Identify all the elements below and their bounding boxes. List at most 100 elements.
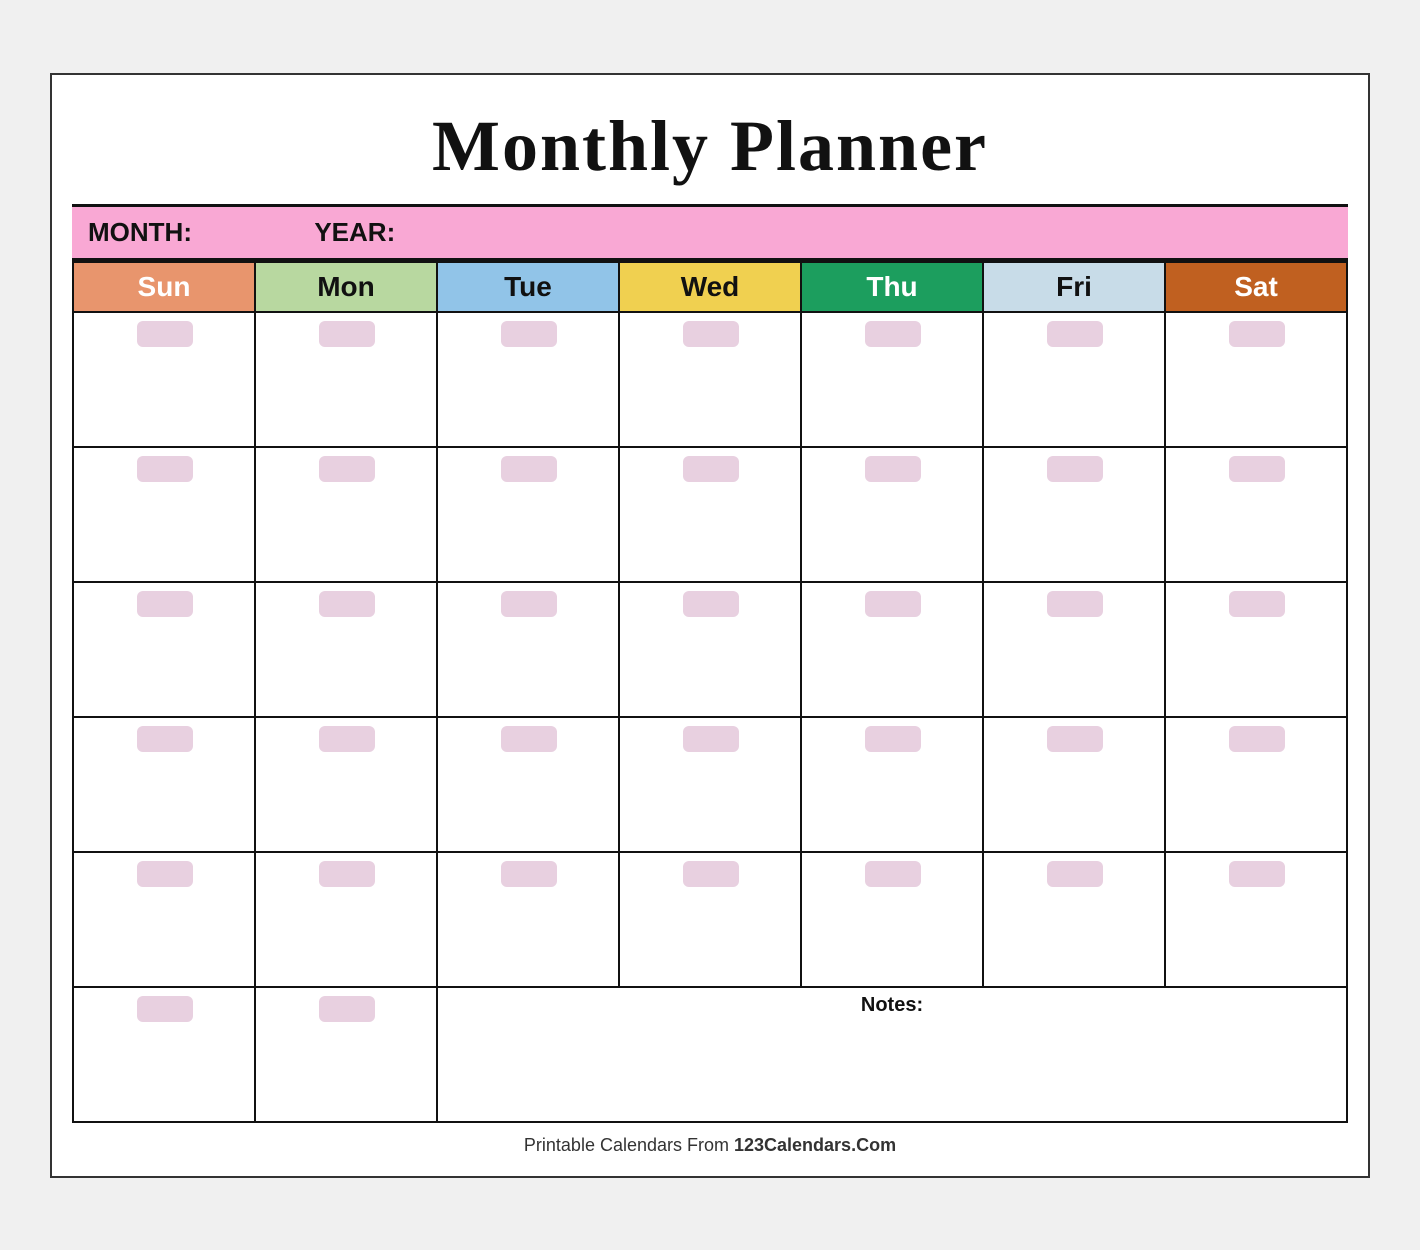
cell-r1-wed[interactable] bbox=[619, 312, 801, 447]
header-row: Sun Mon Tue Wed Thu Fri Sat bbox=[73, 262, 1347, 312]
day-number bbox=[1229, 726, 1285, 752]
page-title: Monthly Planner bbox=[72, 95, 1348, 207]
cell-r2-mon[interactable] bbox=[255, 447, 437, 582]
cell-r2-thu[interactable] bbox=[801, 447, 983, 582]
day-number bbox=[683, 861, 739, 887]
year-label: YEAR: bbox=[314, 217, 395, 247]
day-number bbox=[683, 591, 739, 617]
cell-r3-sat[interactable] bbox=[1165, 582, 1347, 717]
day-number bbox=[683, 726, 739, 752]
day-number bbox=[501, 321, 557, 347]
cell-r2-fri[interactable] bbox=[983, 447, 1165, 582]
cell-r4-sat[interactable] bbox=[1165, 717, 1347, 852]
day-number bbox=[137, 456, 193, 482]
cell-r2-sat[interactable] bbox=[1165, 447, 1347, 582]
cell-r1-mon[interactable] bbox=[255, 312, 437, 447]
day-number bbox=[865, 726, 921, 752]
cell-r6-sun[interactable] bbox=[73, 987, 255, 1122]
day-number bbox=[319, 996, 375, 1022]
day-number bbox=[319, 591, 375, 617]
day-number bbox=[501, 591, 557, 617]
header-sun: Sun bbox=[73, 262, 255, 312]
table-row bbox=[73, 852, 1347, 987]
day-number bbox=[865, 321, 921, 347]
month-year-bar: MONTH: YEAR: bbox=[72, 207, 1348, 261]
day-number bbox=[319, 726, 375, 752]
cell-r1-tue[interactable] bbox=[437, 312, 619, 447]
header-sat: Sat bbox=[1165, 262, 1347, 312]
day-number bbox=[1047, 726, 1103, 752]
day-number bbox=[865, 861, 921, 887]
notes-cell[interactable]: Notes: bbox=[437, 987, 1347, 1122]
day-number bbox=[683, 456, 739, 482]
cell-r4-tue[interactable] bbox=[437, 717, 619, 852]
cell-r3-sun[interactable] bbox=[73, 582, 255, 717]
cell-r5-tue[interactable] bbox=[437, 852, 619, 987]
cell-r5-thu[interactable] bbox=[801, 852, 983, 987]
cell-r2-tue[interactable] bbox=[437, 447, 619, 582]
day-number bbox=[1229, 321, 1285, 347]
cell-r5-mon[interactable] bbox=[255, 852, 437, 987]
header-wed: Wed bbox=[619, 262, 801, 312]
cell-r1-thu[interactable] bbox=[801, 312, 983, 447]
day-number bbox=[319, 861, 375, 887]
footer-brand: 123Calendars.Com bbox=[734, 1135, 896, 1155]
day-number bbox=[137, 996, 193, 1022]
cell-r4-fri[interactable] bbox=[983, 717, 1165, 852]
day-number bbox=[1229, 591, 1285, 617]
day-number bbox=[865, 456, 921, 482]
table-row: Notes: bbox=[73, 987, 1347, 1122]
day-number bbox=[319, 321, 375, 347]
cell-r5-sun[interactable] bbox=[73, 852, 255, 987]
table-row bbox=[73, 582, 1347, 717]
notes-label: Notes: bbox=[861, 994, 923, 1016]
day-number bbox=[1047, 591, 1103, 617]
day-number bbox=[683, 321, 739, 347]
day-number bbox=[137, 726, 193, 752]
header-thu: Thu bbox=[801, 262, 983, 312]
cell-r5-sat[interactable] bbox=[1165, 852, 1347, 987]
cell-r1-fri[interactable] bbox=[983, 312, 1165, 447]
day-number bbox=[137, 321, 193, 347]
planner-wrapper: Monthly Planner MONTH: YEAR: Sun Mon Tue… bbox=[50, 73, 1370, 1178]
cell-r3-tue[interactable] bbox=[437, 582, 619, 717]
day-number bbox=[865, 591, 921, 617]
day-number bbox=[1047, 861, 1103, 887]
day-number bbox=[501, 456, 557, 482]
cell-r4-mon[interactable] bbox=[255, 717, 437, 852]
cell-r5-wed[interactable] bbox=[619, 852, 801, 987]
cell-r4-sun[interactable] bbox=[73, 717, 255, 852]
cell-r3-thu[interactable] bbox=[801, 582, 983, 717]
day-number bbox=[1047, 456, 1103, 482]
cell-r1-sat[interactable] bbox=[1165, 312, 1347, 447]
cell-r3-mon[interactable] bbox=[255, 582, 437, 717]
cell-r4-wed[interactable] bbox=[619, 717, 801, 852]
cell-r2-sun[interactable] bbox=[73, 447, 255, 582]
day-number bbox=[1229, 861, 1285, 887]
cell-r4-thu[interactable] bbox=[801, 717, 983, 852]
cell-r1-sun[interactable] bbox=[73, 312, 255, 447]
month-label: MONTH: bbox=[88, 217, 192, 247]
header-tue: Tue bbox=[437, 262, 619, 312]
table-row bbox=[73, 447, 1347, 582]
calendar-grid: Sun Mon Tue Wed Thu Fri Sat bbox=[72, 261, 1348, 1123]
footer-text: Printable Calendars From bbox=[524, 1135, 734, 1155]
cell-r3-wed[interactable] bbox=[619, 582, 801, 717]
day-number bbox=[319, 456, 375, 482]
cell-r5-fri[interactable] bbox=[983, 852, 1165, 987]
year-underline bbox=[402, 217, 510, 247]
day-number bbox=[137, 861, 193, 887]
header-fri: Fri bbox=[983, 262, 1165, 312]
cell-r6-mon[interactable] bbox=[255, 987, 437, 1122]
table-row bbox=[73, 717, 1347, 852]
cell-r3-fri[interactable] bbox=[983, 582, 1165, 717]
day-number bbox=[501, 861, 557, 887]
day-number bbox=[1047, 321, 1103, 347]
table-row bbox=[73, 312, 1347, 447]
day-number bbox=[1229, 456, 1285, 482]
footer: Printable Calendars From 123Calendars.Co… bbox=[72, 1135, 1348, 1156]
header-mon: Mon bbox=[255, 262, 437, 312]
month-underline bbox=[199, 217, 307, 247]
cell-r2-wed[interactable] bbox=[619, 447, 801, 582]
day-number bbox=[501, 726, 557, 752]
